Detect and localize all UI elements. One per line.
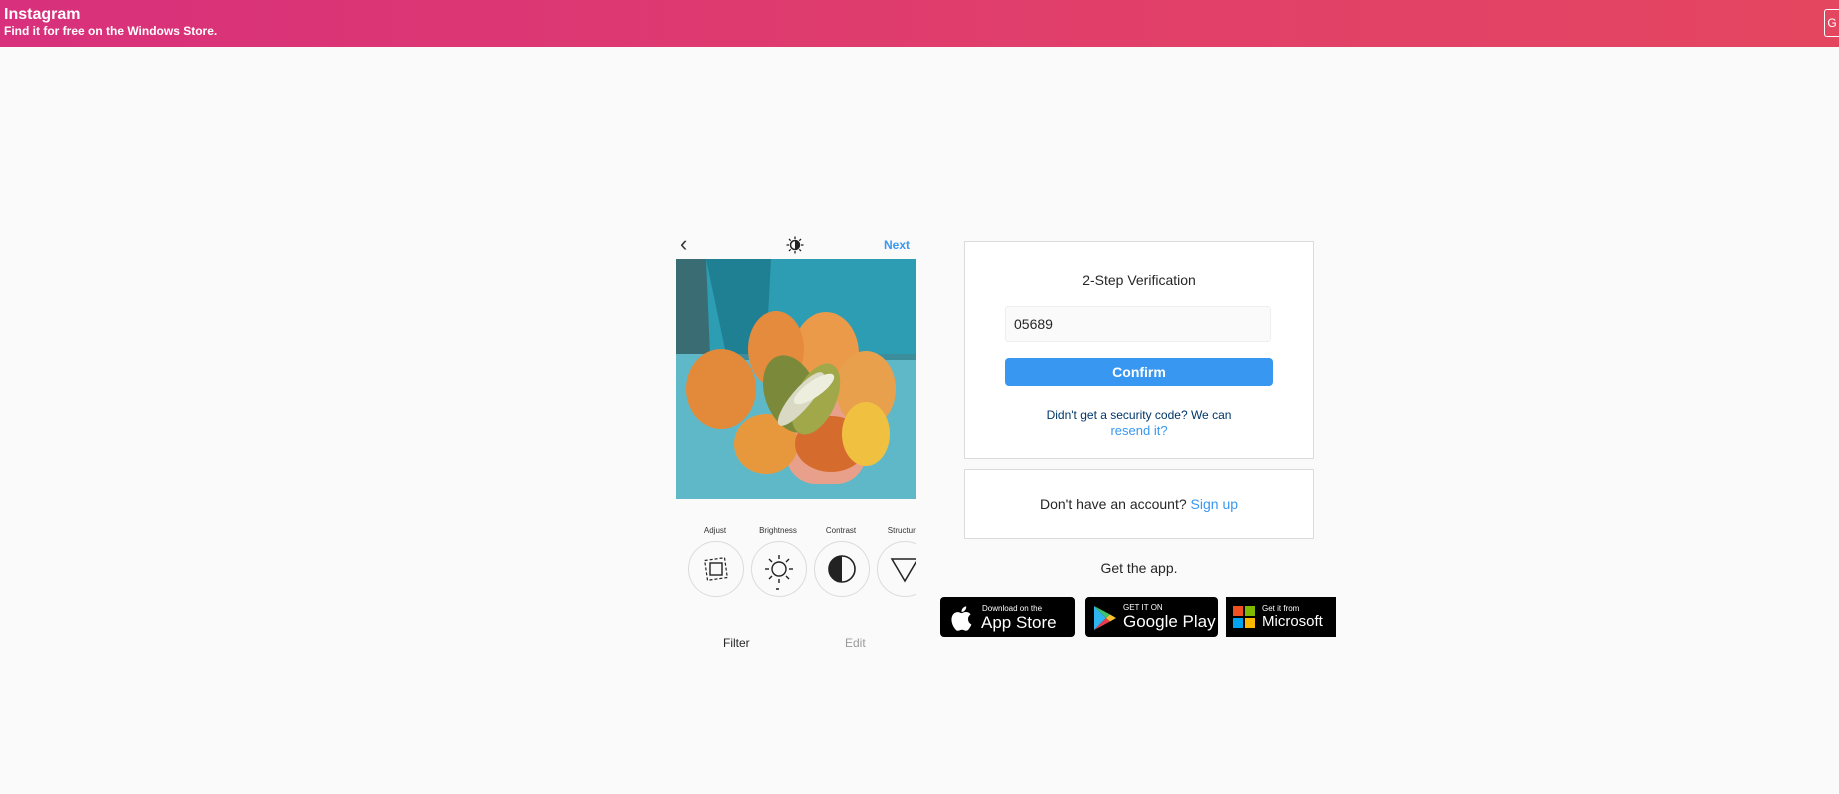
get-app-label: Get the app. [1100,560,1178,576]
succulent-photo [676,259,916,499]
apple-icon [951,606,972,631]
tool-structure: Structure [875,526,916,597]
google-play-icon [1094,606,1116,630]
tool-adjust: Adjust [686,526,744,597]
store-banner[interactable]: Instagram Find it for free on the Window… [0,0,1839,47]
signup-link[interactable]: Sign up [1191,496,1238,512]
appstore-big-text: App Store [981,613,1057,632]
appstore-small-text: Download on the [982,604,1043,613]
banner-app-name: Instagram [4,6,81,23]
microsoft-icon [1233,606,1255,628]
signup-prompt: Don't have an account? [1039,496,1187,512]
verification-card: 2-Step Verification Confirm Didn't get a… [964,241,1314,459]
tool-label: Brightness [759,526,797,535]
edit-tools: Adjust Brightness Contrast Structure [676,526,916,606]
structure-icon [877,541,916,597]
lux-icon [786,236,804,254]
back-icon: ‹ [680,231,688,256]
resend-text: Didn't get a security code? We can resen… [965,408,1313,439]
verification-title: 2-Step Verification [1082,272,1196,288]
tab-edit: Edit [845,636,866,650]
resend-link[interactable]: resend it? [1110,423,1167,438]
next-link: Next [884,238,911,252]
confirm-button[interactable]: Confirm [1005,358,1273,386]
tool-label: Structure [887,526,916,535]
brightness-icon [751,541,807,597]
gplay-big-text: Google Play [1123,612,1216,631]
selected-tool-indicator [776,588,779,590]
microsoft-badge[interactable]: Get it from Microsoft [1226,597,1336,637]
tool-brightness: Brightness [749,526,807,597]
banner-subtitle: Find it for free on the Windows Store. [4,24,218,38]
ms-small-text: Get it from [1262,604,1300,613]
google-play-badge[interactable]: GET IT ON Google Play [1085,597,1218,637]
app-store-badge[interactable]: Download on the App Store [940,597,1075,637]
adjust-icon [688,541,744,597]
tool-label: Adjust [703,526,727,535]
banner-open-button[interactable]: G [1824,9,1839,37]
signup-text: Don't have an account? Sign up [965,496,1313,512]
resend-prompt: Didn't get a security code? We can [1046,408,1232,422]
tool-contrast: Contrast [812,526,870,597]
security-code-input[interactable] [1005,306,1271,342]
contrast-icon [814,541,870,597]
gplay-small-text: GET IT ON [1123,603,1163,612]
tool-label: Contrast [825,526,857,535]
tab-filter: Filter [723,636,750,650]
signup-card: Don't have an account? Sign up [964,469,1314,539]
phone-preview: ‹ Next Adjust Brightness Contrast Struct… [676,231,916,654]
ms-big-text: Microsoft [1262,613,1323,630]
